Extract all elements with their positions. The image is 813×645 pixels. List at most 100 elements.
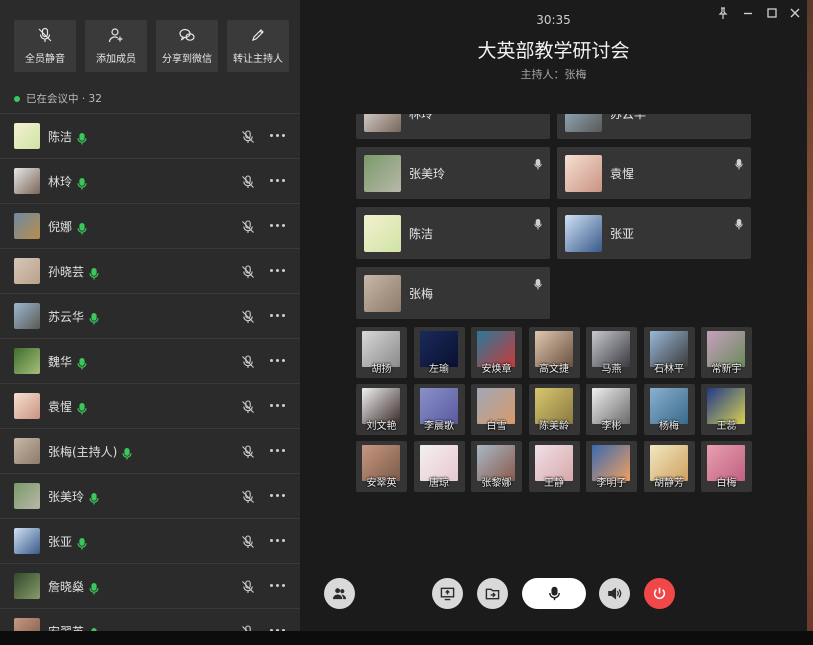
more-options-icon[interactable] <box>270 359 285 362</box>
add-member-button[interactable]: 添加成员 <box>85 20 147 72</box>
grid-tile[interactable]: 胡静芳 <box>643 441 695 492</box>
participant-row[interactable]: 苏云华 <box>0 293 300 338</box>
more-options-icon[interactable] <box>270 269 285 272</box>
grid-tile[interactable]: 王蕊 <box>701 384 752 435</box>
grid-tile[interactable]: 王静 <box>528 441 580 492</box>
mute-mic-icon[interactable] <box>241 219 255 233</box>
grid-tile[interactable]: 李晨歌 <box>413 384 465 435</box>
minimize-icon[interactable] <box>741 6 755 20</box>
grid-tile[interactable]: 张黎娜 <box>471 441 522 492</box>
avatar <box>14 303 40 329</box>
file-share-button[interactable] <box>477 578 508 609</box>
participant-row[interactable]: 张美玲 <box>0 473 300 518</box>
participant-row[interactable]: 倪娜 <box>0 203 300 248</box>
participant-row[interactable]: 詹晓燊 <box>0 563 300 608</box>
video-tile[interactable]: 张美玲 <box>356 147 550 199</box>
more-options-icon[interactable] <box>270 404 285 407</box>
participant-row[interactable]: 张梅(主持人) <box>0 428 300 473</box>
more-options-icon[interactable] <box>270 449 285 452</box>
close-icon[interactable] <box>788 6 802 20</box>
microphone-button[interactable] <box>522 578 586 609</box>
participant-row[interactable]: 孙晓芸 <box>0 248 300 293</box>
participant-row[interactable]: 袁惺 <box>0 383 300 428</box>
transfer-host-button[interactable]: 转让主持人 <box>227 20 289 72</box>
more-options-icon[interactable] <box>270 224 285 227</box>
grid-tile[interactable]: 白雪 <box>471 384 522 435</box>
participant-row[interactable]: 安翠英 <box>0 608 300 631</box>
video-tile[interactable]: 张梅 <box>356 267 550 319</box>
grid-tile[interactable]: 唐琼 <box>413 441 465 492</box>
participants-button[interactable] <box>324 578 355 609</box>
grid-tile-name: 安翠英 <box>366 478 397 489</box>
grid-tile[interactable]: 常新宇 <box>701 327 752 378</box>
mute-mic-icon[interactable] <box>241 174 255 188</box>
mute-mic-icon[interactable] <box>241 399 255 413</box>
speaker-button[interactable] <box>599 578 630 609</box>
avatar <box>565 114 602 132</box>
grid-tile[interactable]: 安焕章 <box>471 327 522 378</box>
avatar <box>364 114 401 132</box>
more-options-icon[interactable] <box>270 134 285 137</box>
video-tile[interactable]: 陈洁 <box>356 207 550 259</box>
share-wechat-button[interactable]: 分享到微信 <box>156 20 218 72</box>
mute-mic-icon[interactable] <box>241 309 255 323</box>
maximize-icon[interactable] <box>765 6 779 20</box>
grid-tile[interactable]: 胡扬 <box>356 327 407 378</box>
grid-tile[interactable]: 左瑜 <box>413 327 465 378</box>
more-options-icon[interactable] <box>270 179 285 182</box>
mute-mic-icon[interactable] <box>241 129 255 143</box>
grid-tile[interactable]: 高文捷 <box>528 327 580 378</box>
mic-on-icon <box>89 265 99 280</box>
video-area: 林玲 苏云华 张美玲 袁惺 陈洁 张亚 张梅胡扬 左瑜 安焕章 高文捷 马燕 石林平 常新宇刘文艳 李晨歌… <box>356 114 752 544</box>
video-tile[interactable]: 苏云华 <box>557 114 751 139</box>
mute-mic-icon[interactable] <box>241 534 255 548</box>
grid-tile[interactable]: 白梅 <box>701 441 752 492</box>
screen-share-button[interactable] <box>432 578 463 609</box>
avatar <box>14 123 40 149</box>
participant-row[interactable]: 魏华 <box>0 338 300 383</box>
more-options-icon[interactable] <box>270 539 285 542</box>
video-tile[interactable]: 林玲 <box>356 114 550 139</box>
avatar <box>565 155 602 192</box>
action-toolbar: 全员静音 添加成员 分享到微信 转让主持人 <box>14 20 289 72</box>
grid-tile[interactable]: 李彬 <box>586 384 637 435</box>
grid-tile[interactable]: 马燕 <box>586 327 637 378</box>
mute-mic-icon[interactable] <box>241 444 255 458</box>
video-tile[interactable]: 张亚 <box>557 207 751 259</box>
grid-tile[interactable]: 石林平 <box>643 327 695 378</box>
meeting-host: 主持人：张梅 <box>520 68 587 81</box>
microphone-icon <box>534 275 542 290</box>
more-options-icon[interactable] <box>270 314 285 317</box>
grid-tile[interactable]: 李明子 <box>586 441 637 492</box>
mute-mic-icon[interactable] <box>241 354 255 368</box>
avatar <box>14 348 40 374</box>
grid-tile[interactable]: 刘文艳 <box>356 384 407 435</box>
transfer-host-icon <box>252 29 264 41</box>
more-options-icon[interactable] <box>270 584 285 587</box>
grid-tile[interactable]: 陈美龄 <box>528 384 580 435</box>
grid-tile[interactable]: 安翠英 <box>356 441 407 492</box>
mute-mic-icon[interactable] <box>241 264 255 278</box>
participants-panel: 全员静音 添加成员 分享到微信 转让主持人 已在会议中 · 32 陈洁林玲倪娜孙… <box>0 0 300 631</box>
avatar <box>14 393 40 419</box>
participant-name: 陈洁 <box>48 129 73 144</box>
participant-row[interactable]: 陈洁 <box>0 113 300 158</box>
participant-row[interactable]: 张亚 <box>0 518 300 563</box>
pin-icon[interactable] <box>716 6 730 20</box>
mute-mic-icon[interactable] <box>241 624 255 631</box>
meeting-timer: 30:35 <box>536 13 571 27</box>
avatar <box>14 258 40 284</box>
hangup-button[interactable] <box>644 578 675 609</box>
mute-mic-icon[interactable] <box>241 489 255 503</box>
microphone-icon <box>548 586 560 601</box>
more-options-icon[interactable] <box>270 494 285 497</box>
in-meeting-status: 已在会议中 · 32 <box>14 91 102 106</box>
wechat-share-icon <box>179 28 195 41</box>
avatar <box>14 528 40 554</box>
mute-mic-icon[interactable] <box>241 579 255 593</box>
mute-all-button[interactable]: 全员静音 <box>14 20 76 72</box>
grid-tile[interactable]: 杨梅 <box>643 384 695 435</box>
participant-row[interactable]: 林玲 <box>0 158 300 203</box>
participant-name: 林玲 <box>48 174 73 189</box>
video-tile[interactable]: 袁惺 <box>557 147 751 199</box>
